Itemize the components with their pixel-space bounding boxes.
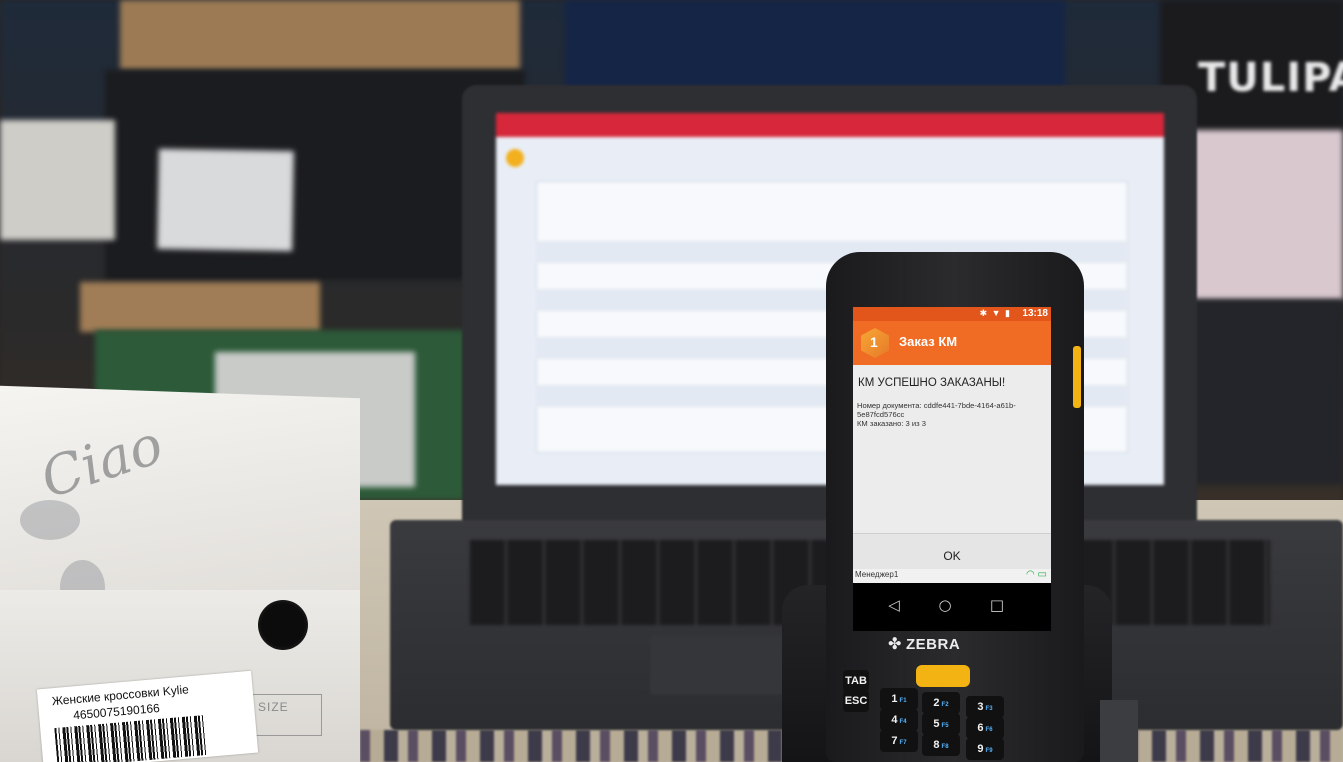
- back-icon[interactable]: ◁: [884, 595, 904, 615]
- app-bar: 1 Заказ КМ: [853, 321, 1051, 365]
- key-9[interactable]: 9 F9: [966, 738, 1004, 760]
- status-time: 13:18: [1022, 308, 1048, 319]
- photo-scene: TULIPA Ciao SIZE Женские кроссовки Kylie…: [0, 0, 1343, 762]
- key-esc[interactable]: ESC: [843, 690, 869, 712]
- app-logo-mark: 1: [870, 334, 878, 350]
- side-scan-button[interactable]: [1073, 346, 1081, 408]
- background-box: [120, 0, 520, 70]
- ordered-count-line: КМ заказано: 3 из 3: [857, 419, 926, 428]
- device-screen: ✱ ▼ ▮ 13:18 1 Заказ КМ КМ УСПЕШНО ЗАКАЗА…: [853, 307, 1051, 583]
- android-nav-bar: ◁ ○ □: [853, 583, 1051, 631]
- status-bar: ✱ ▼ ▮ 13:18: [853, 307, 1051, 321]
- key-8[interactable]: 8 F8: [922, 734, 960, 756]
- background-box: [1180, 300, 1343, 485]
- document-number-line-2: 5e87fcd576cc: [857, 410, 905, 419]
- box-label: [157, 148, 294, 252]
- ok-button[interactable]: OK: [853, 533, 1051, 570]
- laptop-app-header: [496, 113, 1164, 137]
- key-tab[interactable]: TAB: [843, 670, 869, 692]
- cradle-ledge: [1100, 700, 1138, 762]
- user-name: Менеджер1: [855, 570, 899, 579]
- background-box: [0, 120, 115, 240]
- laptop-app-logo: [506, 149, 524, 167]
- dialog-title: КМ УСПЕШНО ЗАКАЗАНЫ!: [858, 377, 1006, 389]
- key-6[interactable]: 6 F6: [966, 717, 1004, 739]
- background-box: [80, 282, 320, 332]
- key-1[interactable]: 1 F1: [880, 688, 918, 710]
- key-4[interactable]: 4 F4: [880, 709, 918, 731]
- brand-name: ZEBRA: [906, 636, 961, 653]
- shoebox-handle-hole: [258, 600, 308, 650]
- document-number-line: Номер документа: cddfe441-7bde-4164-a61b…: [857, 401, 1016, 410]
- key-7[interactable]: 7 F7: [880, 730, 918, 752]
- zebra-logo-icon: ✤: [888, 636, 902, 653]
- footer-bar: Менеджер1 ◠ ▭: [853, 569, 1051, 583]
- key-5[interactable]: 5 F5: [922, 713, 960, 735]
- scan-trigger-key[interactable]: [916, 665, 970, 687]
- home-icon[interactable]: ○: [935, 595, 955, 615]
- status-icons: ✱ ▼ ▮: [979, 308, 1011, 318]
- app-title: Заказ КМ: [899, 334, 958, 349]
- wifi-icon: ◠ ▭: [1026, 569, 1047, 580]
- brand-box-text: TULIPA: [1198, 55, 1343, 101]
- background-box: [565, 0, 1065, 90]
- recents-icon[interactable]: □: [987, 595, 1007, 615]
- shoebox-ornament: [20, 500, 80, 540]
- key-2[interactable]: 2 F2: [922, 692, 960, 714]
- ok-button-label: OK: [943, 549, 961, 563]
- key-3[interactable]: 3 F3: [966, 696, 1004, 718]
- size-label: SIZE: [258, 700, 289, 714]
